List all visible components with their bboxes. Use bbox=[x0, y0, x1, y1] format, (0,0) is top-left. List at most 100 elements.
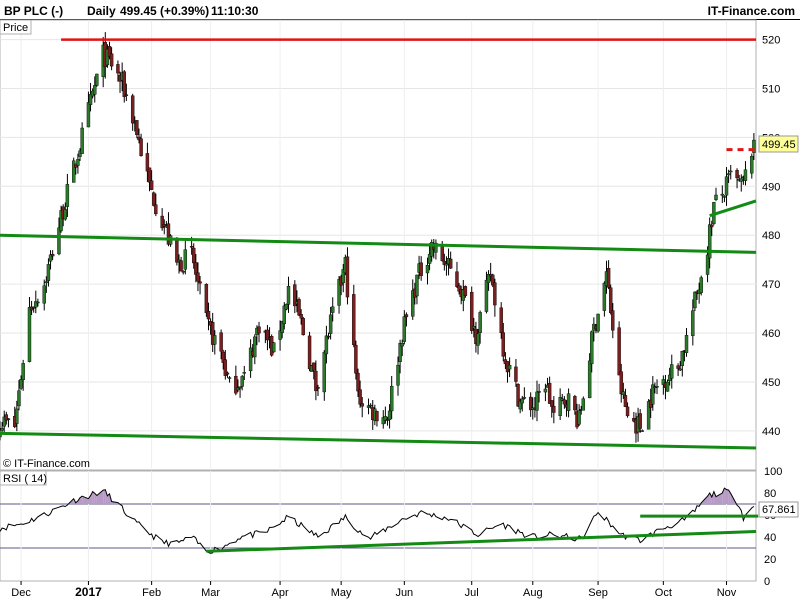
candle-body bbox=[307, 335, 312, 370]
candle-body bbox=[455, 271, 459, 287]
candle-body bbox=[562, 399, 567, 405]
candle-body bbox=[257, 326, 261, 334]
candle-body bbox=[606, 268, 611, 288]
candle-body bbox=[676, 365, 680, 369]
candle-body bbox=[297, 299, 301, 316]
candle-body bbox=[328, 314, 333, 334]
candle-body bbox=[726, 173, 731, 176]
candle-body bbox=[356, 372, 360, 392]
candle-body bbox=[714, 194, 718, 200]
candle-body bbox=[720, 193, 725, 196]
candle-body bbox=[581, 398, 586, 411]
candle-body bbox=[577, 410, 581, 425]
candle-body bbox=[175, 237, 179, 263]
candle-body bbox=[331, 306, 335, 313]
candle-body bbox=[739, 178, 743, 182]
candle-body bbox=[284, 303, 289, 310]
x-tick-label: Apr bbox=[272, 587, 289, 599]
candle-body bbox=[729, 170, 733, 173]
candle-body bbox=[324, 335, 329, 355]
chart-canvas: BP PLC (-) Daily 499.45 (+0.39%) 11:10:3… bbox=[0, 0, 800, 600]
candle-body bbox=[204, 284, 209, 314]
candle-body bbox=[566, 393, 571, 411]
price-tick-label: 510 bbox=[762, 83, 780, 95]
candle-body bbox=[710, 224, 714, 228]
rsi-tick-label: 0 bbox=[764, 576, 770, 588]
candle-body bbox=[181, 271, 185, 273]
last-price-label: 499.45 bbox=[762, 139, 796, 151]
candle-body bbox=[680, 350, 684, 367]
candle-body bbox=[617, 327, 621, 376]
candle-body bbox=[15, 408, 19, 424]
candle-body bbox=[670, 364, 674, 379]
candle-body bbox=[493, 282, 497, 306]
x-tick-label: Feb bbox=[142, 587, 161, 599]
candle-body bbox=[240, 376, 244, 387]
candle-body bbox=[179, 260, 183, 272]
x-tick-label: 2017 bbox=[75, 585, 102, 599]
candle-body bbox=[124, 94, 129, 96]
candle-body bbox=[80, 127, 84, 154]
candle-body bbox=[638, 413, 642, 429]
candle-body bbox=[507, 365, 512, 370]
candle-body bbox=[389, 385, 394, 412]
candle-body bbox=[206, 311, 211, 320]
price-y-axis: 440450460470480490500510520 bbox=[762, 35, 780, 438]
header-time: 11:10:30 bbox=[211, 4, 259, 18]
rsi-overbought-area bbox=[726, 489, 729, 504]
rsi-overbought-area bbox=[103, 489, 106, 504]
x-tick-label: Jul bbox=[465, 587, 479, 599]
candle-body bbox=[57, 227, 61, 255]
candle-body bbox=[50, 253, 55, 257]
candle-body bbox=[440, 244, 444, 261]
candle-body bbox=[693, 291, 697, 309]
candle-body bbox=[21, 363, 25, 381]
candle-body bbox=[396, 364, 400, 386]
header-brand: IT-Finance.com bbox=[708, 4, 795, 18]
candle-body bbox=[484, 279, 489, 312]
candle-body bbox=[93, 85, 97, 95]
rsi-last-value-label: 67.861 bbox=[762, 504, 796, 516]
candle-body bbox=[476, 333, 480, 346]
rsi-tick-label: 40 bbox=[764, 532, 776, 544]
candle-body bbox=[219, 332, 223, 352]
x-tick-label: Mar bbox=[201, 587, 220, 599]
candle-body bbox=[109, 53, 114, 67]
candle-body bbox=[27, 307, 32, 362]
candle-body bbox=[375, 411, 379, 422]
candle-body bbox=[470, 291, 474, 331]
candle-body bbox=[352, 294, 356, 346]
candle-body bbox=[425, 265, 430, 274]
candle-body bbox=[135, 120, 139, 136]
candle-body bbox=[387, 410, 392, 420]
candle-body bbox=[522, 397, 527, 399]
candle-body bbox=[691, 310, 695, 337]
rsi-panel-label: RSI ( 14) bbox=[3, 473, 47, 485]
candle-body bbox=[621, 391, 626, 395]
candle-body bbox=[253, 336, 257, 358]
header-price-change: 499.45 (+0.39%) bbox=[120, 4, 209, 18]
candle-body bbox=[608, 287, 613, 313]
candle-body bbox=[611, 310, 615, 331]
candle-body bbox=[46, 264, 51, 281]
candle-body bbox=[368, 404, 373, 407]
header-instrument: BP PLC (-) bbox=[4, 4, 63, 18]
candle-body bbox=[402, 316, 407, 342]
candle-body bbox=[44, 281, 49, 284]
candle-body bbox=[415, 274, 419, 297]
candle-body bbox=[535, 391, 539, 411]
candle-body bbox=[116, 64, 120, 74]
candle-body bbox=[122, 71, 126, 97]
candle-body bbox=[149, 180, 154, 190]
candle-body bbox=[472, 326, 476, 329]
candle-body bbox=[189, 246, 194, 248]
candle-body bbox=[750, 155, 754, 174]
rsi-tick-label: 100 bbox=[764, 466, 782, 478]
candle-body bbox=[596, 313, 600, 332]
candle-body bbox=[272, 342, 276, 353]
candle-body bbox=[699, 277, 703, 293]
price-tick-label: 440 bbox=[762, 426, 780, 438]
price-tick-label: 520 bbox=[762, 35, 780, 47]
candle-body bbox=[213, 335, 217, 345]
candle-body bbox=[36, 301, 40, 304]
